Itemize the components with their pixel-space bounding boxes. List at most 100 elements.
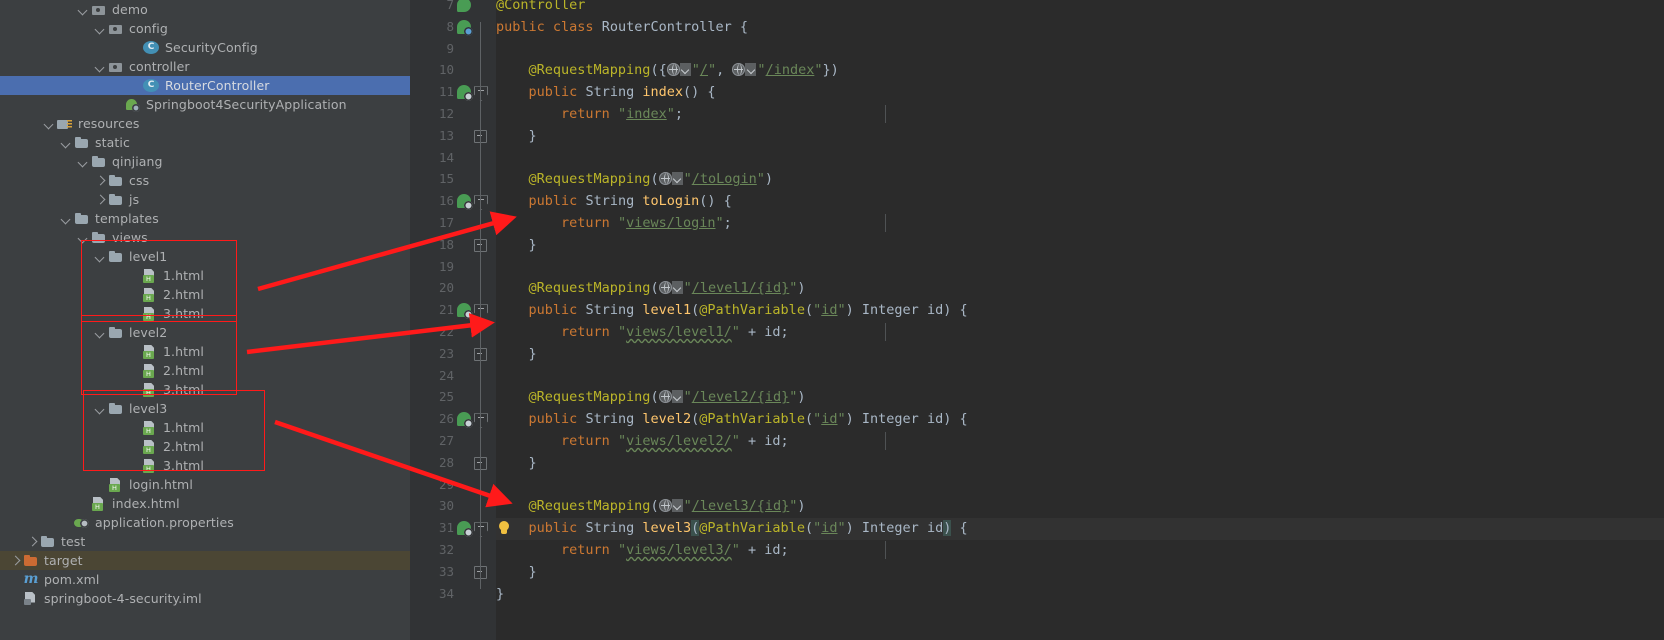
spring-bean-gutter-icon[interactable] xyxy=(457,194,473,211)
code-line[interactable]: } xyxy=(496,234,537,256)
view-name-literal[interactable]: views/level2/ xyxy=(626,433,732,449)
tree-row-controller[interactable]: controller xyxy=(0,57,410,76)
tree-row-springboot-4-security-iml[interactable]: springboot-4-security.iml xyxy=(0,589,410,608)
chevron-down-icon[interactable] xyxy=(78,156,89,167)
chevron-down-icon[interactable] xyxy=(671,281,683,295)
code-line[interactable]: } xyxy=(496,125,537,147)
project-tool-window[interactable]: demo config SecurityConfig controller Router… xyxy=(0,0,410,640)
code-line[interactable]: public String index() { xyxy=(496,81,716,103)
tree-row-level2[interactable]: level2 xyxy=(0,323,410,342)
editor-pane[interactable]: 7 8 9 10 11 12 13 14 15 16 17 18 19 20 21 22 23 24 25 26 27 2… xyxy=(410,0,1664,640)
code-line[interactable]: return "views/level1/" + id; xyxy=(496,321,789,343)
tree-row-config[interactable]: config xyxy=(0,19,410,38)
chevron-down-icon[interactable] xyxy=(61,213,72,224)
tree-row-target[interactable]: target xyxy=(0,551,410,570)
tree-row-application-properties[interactable]: application.properties xyxy=(0,513,410,532)
code-line[interactable]: public String toLogin() { xyxy=(496,190,732,212)
tree-row-1-html[interactable]: 1.html xyxy=(0,342,410,361)
chevron-right-icon[interactable] xyxy=(27,536,38,547)
url-mapping-globe-icon[interactable] xyxy=(658,281,672,295)
tree-row-static[interactable]: static xyxy=(0,133,410,152)
tree-row-securityconfig[interactable]: SecurityConfig xyxy=(0,38,410,57)
tree-row-2-html[interactable]: 2.html xyxy=(0,361,410,380)
tree-row-routercontroller[interactable]: RouterController xyxy=(0,76,410,95)
url-path-literal[interactable]: /level1/{id} xyxy=(692,280,790,296)
tree-row-login-html[interactable]: login.html xyxy=(0,475,410,494)
chevron-down-icon[interactable] xyxy=(745,63,757,77)
fold-end-icon[interactable] xyxy=(474,347,487,361)
tree-row-3-html[interactable]: 3.html xyxy=(0,456,410,475)
chevron-down-icon[interactable] xyxy=(44,118,55,129)
url-path-literal[interactable]: /toLogin xyxy=(692,171,757,187)
tree-row-pom-xml[interactable]: pom.xml xyxy=(0,569,410,589)
chevron-right-icon[interactable] xyxy=(95,194,106,205)
spring-bean-gutter-icon[interactable] xyxy=(457,521,473,538)
code-line[interactable]: return "views/login"; xyxy=(496,212,732,234)
chevron-down-icon[interactable] xyxy=(95,403,106,414)
tree-row-1-html[interactable]: 1.html xyxy=(0,418,410,437)
fold-end-icon[interactable] xyxy=(474,456,487,470)
chevron-down-icon[interactable] xyxy=(671,499,683,513)
chevron-right-icon[interactable] xyxy=(95,175,106,186)
tree-row-1-html[interactable]: 1.html xyxy=(0,266,410,285)
chevron-right-icon[interactable] xyxy=(10,555,21,566)
tree-row-2-html[interactable]: 2.html xyxy=(0,285,410,304)
chevron-down-icon[interactable] xyxy=(78,4,89,15)
url-mapping-globe-icon[interactable] xyxy=(666,63,680,77)
tree-row-level3[interactable]: level3 xyxy=(0,399,410,418)
tree-row-3-html[interactable]: 3.html xyxy=(0,304,410,323)
tree-row-springboot4securityapplication[interactable]: Springboot4SecurityApplication xyxy=(0,95,410,114)
tree-row-level1[interactable]: level1 xyxy=(0,247,410,266)
code-line[interactable]: } xyxy=(496,452,537,474)
fold-end-icon[interactable] xyxy=(474,238,487,252)
code-line[interactable]: public class RouterController { xyxy=(496,16,748,38)
chevron-down-icon[interactable] xyxy=(671,390,683,404)
tree-row-resources[interactable]: resources xyxy=(0,114,410,133)
code-line[interactable]: public String level3(@PathVariable("id")… xyxy=(496,517,968,539)
url-mapping-globe-icon[interactable] xyxy=(732,63,746,77)
chevron-down-icon[interactable] xyxy=(95,251,106,262)
code-line[interactable]: @RequestMapping("/level2/{id}") xyxy=(496,386,806,408)
spring-bean-gutter-icon[interactable] xyxy=(457,412,473,429)
tree-row-js[interactable]: js xyxy=(0,190,410,209)
code-line[interactable]: public String level1(@PathVariable("id")… xyxy=(496,299,968,321)
fold-end-icon[interactable] xyxy=(474,129,487,143)
code-line[interactable]: return "index"; xyxy=(496,103,683,125)
chevron-down-icon[interactable] xyxy=(95,327,106,338)
spring-bean-gutter-icon[interactable] xyxy=(457,19,473,36)
code-line[interactable]: } xyxy=(496,343,537,365)
tree-row-test[interactable]: test xyxy=(0,532,410,551)
chevron-down-icon[interactable] xyxy=(95,23,106,34)
url-mapping-globe-icon[interactable] xyxy=(658,172,672,186)
code-line[interactable]: return "views/level3/" + id; xyxy=(496,539,789,561)
chevron-down-icon[interactable] xyxy=(679,63,691,77)
view-name-literal[interactable]: views/level3/ xyxy=(626,542,732,558)
spring-bean-gutter-icon[interactable] xyxy=(457,303,473,320)
code-line[interactable]: return "views/level2/" + id; xyxy=(496,430,789,452)
url-path-literal[interactable]: / xyxy=(700,62,708,78)
code-text[interactable]: @Controller public class RouterController… xyxy=(496,0,1664,640)
url-path-literal[interactable]: /level2/{id} xyxy=(692,389,790,405)
tree-row-3-html[interactable]: 3.html xyxy=(0,380,410,399)
fold-end-icon[interactable] xyxy=(474,565,487,579)
url-path-literal[interactable]: /index xyxy=(766,62,815,78)
view-name-literal[interactable]: views/level1/ xyxy=(626,324,732,340)
code-line[interactable]: } xyxy=(496,583,504,605)
view-name-literal[interactable]: views/login xyxy=(626,215,715,231)
tree-row-index-html[interactable]: index.html xyxy=(0,494,410,513)
url-mapping-globe-icon[interactable] xyxy=(658,499,672,513)
tree-row-demo[interactable]: demo xyxy=(0,0,410,19)
tree-row-qinjiang[interactable]: qinjiang xyxy=(0,152,410,171)
code-line[interactable]: @RequestMapping("/level3/{id}") xyxy=(496,495,806,517)
chevron-down-icon[interactable] xyxy=(61,137,72,148)
url-mapping-globe-icon[interactable] xyxy=(658,390,672,404)
tree-row-css[interactable]: css xyxy=(0,171,410,190)
code-line[interactable]: @RequestMapping("/toLogin") xyxy=(496,168,774,190)
code-line[interactable]: public String level2(@PathVariable("id")… xyxy=(496,408,968,430)
tree-row-2-html[interactable]: 2.html xyxy=(0,437,410,456)
tree-row-templates[interactable]: templates xyxy=(0,209,410,228)
tree-row-views[interactable]: views xyxy=(0,228,410,247)
code-line[interactable]: } xyxy=(496,561,537,583)
chevron-down-icon[interactable] xyxy=(671,172,683,186)
code-line[interactable]: @Controller xyxy=(496,0,585,16)
